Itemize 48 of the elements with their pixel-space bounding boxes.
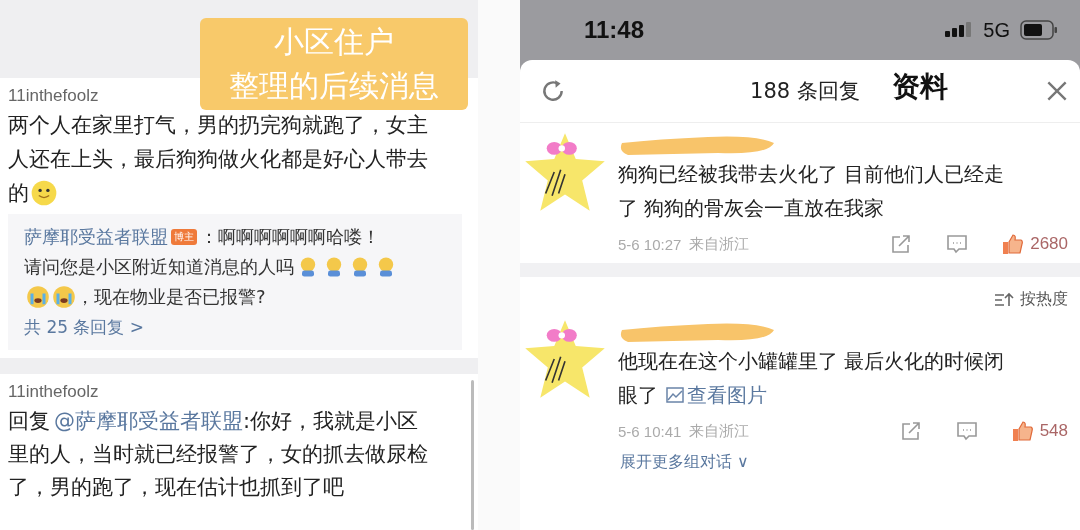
reply-author[interactable]: 萨摩耶受益者联盟 (24, 225, 168, 249)
comment-location: 来自浙江 (689, 234, 750, 254)
share-icon[interactable] (890, 233, 913, 255)
crying-emoji-icon (26, 285, 50, 309)
caption-banner: 小区住户 整理的后续消息 (200, 18, 468, 110)
share-icon[interactable] (899, 420, 922, 442)
mention-link[interactable]: @萨摩耶受益者联盟 (54, 406, 243, 435)
comment-text: 里的人，当时就已经报警了，女的抓去做尿检 (8, 440, 428, 468)
view-image-link[interactable]: 查看图片 (666, 381, 767, 409)
thumbs-up-icon[interactable] (1011, 420, 1034, 442)
comment-time: 5-6 10:27 (618, 235, 682, 253)
reply-text: ，现在物业是否已报警? (76, 285, 266, 309)
comment-text: 狗狗已经被我带去火化了 目前他们人已经走 (618, 160, 1005, 188)
comment-icon[interactable] (946, 233, 969, 255)
sort-icon[interactable] (994, 291, 1014, 308)
author-badge: 博主 (171, 229, 197, 245)
overlay-label: 资料 (892, 69, 948, 105)
thumbs-up-icon[interactable] (1002, 233, 1025, 255)
comment-location: 来自浙江 (689, 421, 750, 441)
image-icon (666, 387, 684, 403)
comment-time: 5-6 10:41 (618, 422, 682, 440)
view-replies-link[interactable]: 共 25 条回复 > (24, 312, 446, 342)
crying-emoji-icon (52, 285, 76, 309)
network-label: 5G (983, 18, 1010, 42)
comment-text: 眼了 (618, 381, 658, 409)
username: 11inthefoolz (8, 85, 99, 107)
username: 11inthefoolz (8, 381, 99, 403)
comment-text: 的 (8, 180, 29, 207)
like-count: 548 (1039, 421, 1068, 441)
battery-icon (1020, 20, 1058, 40)
comment-icon[interactable] (955, 420, 978, 442)
comment-text: :你好，我就是小区 (243, 407, 419, 435)
comment-text: 了 狗狗的骨灰会一直放在我家 (618, 194, 885, 222)
reply-text: ：啊啊啊啊啊啊哈喽！ (200, 225, 380, 249)
comment-text: 了，男的跑了，现在估计也抓到了吧 (8, 473, 344, 501)
comment-text: 回复 (8, 407, 50, 435)
expand-link[interactable]: 展开更多组对话 ∨ (520, 450, 1080, 473)
reply-text: 请问您是小区附近知道消息的人吗 (24, 255, 294, 279)
comment-text: 他现在在这个小罐罐里了 最后火化的时候闭 (618, 347, 1005, 375)
like-count: 2680 (1030, 234, 1068, 254)
refresh-icon[interactable] (540, 78, 566, 104)
comment-text: 两个人在家里打气，男的扔完狗就跑了，女主 (8, 112, 428, 139)
sort-label[interactable]: 按热度 (1020, 289, 1068, 310)
status-time: 11:48 (584, 16, 645, 44)
sheet-title: 188 条回复 (750, 78, 860, 105)
signal-icon (945, 21, 974, 39)
smile-emoji-icon (31, 180, 57, 206)
comment-text: 人还在上头，最后狗狗做火化都是好心人带去 (8, 146, 428, 173)
